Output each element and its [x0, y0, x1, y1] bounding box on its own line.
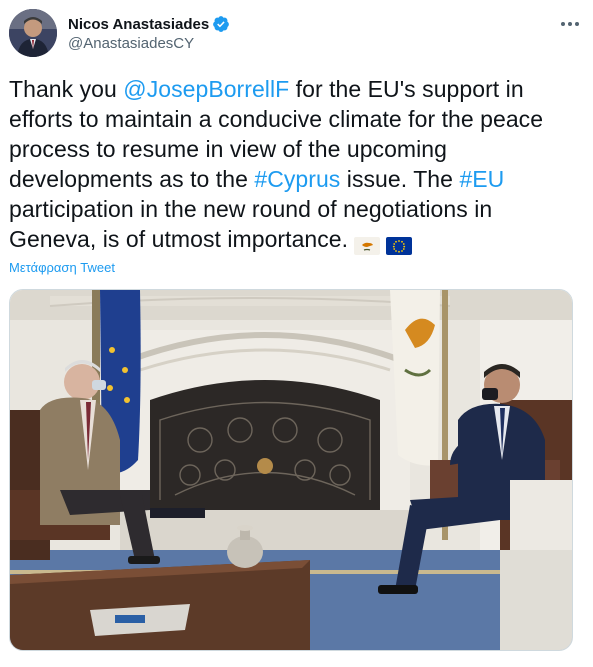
- meeting-photo-image: [10, 290, 572, 650]
- verified-badge-icon: [212, 15, 230, 33]
- hashtag-link-eu[interactable]: #EU: [459, 166, 504, 192]
- tweet: Nicos Anastasiades @AnastasiadesCY Thank…: [0, 0, 593, 667]
- avatar[interactable]: [9, 9, 57, 57]
- author-names: Nicos Anastasiades @AnastasiadesCY: [68, 14, 230, 52]
- hashtag-link-cyprus[interactable]: #Cyprus: [254, 166, 340, 192]
- text-segment: Thank you: [9, 76, 124, 102]
- tweet-photo[interactable]: [9, 289, 573, 651]
- author-display-name[interactable]: Nicos Anastasiades: [68, 16, 209, 33]
- cyprus-flag-icon: [354, 232, 381, 255]
- eu-flag-icon: [386, 232, 413, 255]
- more-options-icon[interactable]: [557, 13, 583, 35]
- author-handle[interactable]: @AnastasiadesCY: [68, 35, 230, 52]
- tweet-header: Nicos Anastasiades @AnastasiadesCY: [9, 9, 583, 59]
- mention-link[interactable]: @JosepBorrellF: [123, 76, 289, 102]
- translate-tweet-link[interactable]: Μετάφραση Tweet: [9, 260, 115, 275]
- text-segment: issue. The: [340, 166, 460, 192]
- text-segment: participation in the new round of negoti…: [9, 196, 493, 252]
- tweet-text: Thank you @JosepBorrellF for the EU's su…: [9, 74, 569, 255]
